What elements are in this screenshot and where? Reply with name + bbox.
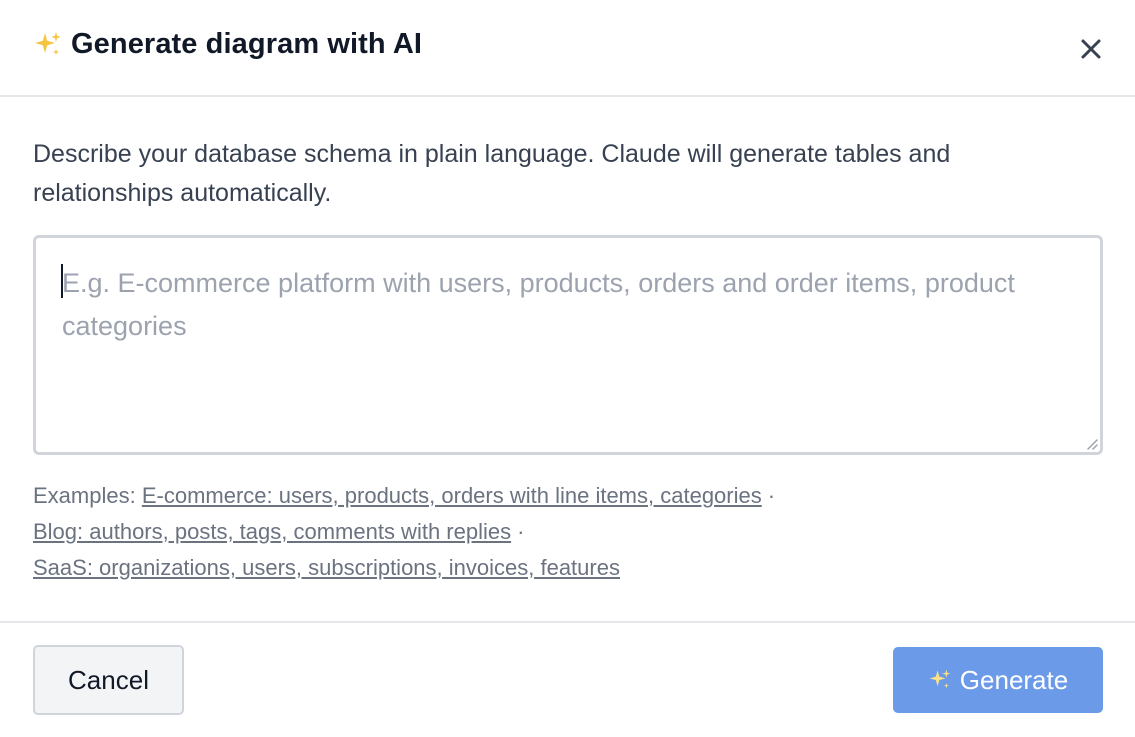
dialog-description: Describe your database schema in plain l… [33,140,951,207]
resize-handle-icon[interactable] [1084,436,1098,450]
dialog-header: Generate diagram with AI [0,0,1135,97]
cancel-button[interactable]: Cancel [33,645,184,715]
example-link-blog[interactable]: Blog: authors, posts, tags, comments wit… [33,519,511,544]
examples-label: Examples: [33,483,136,508]
sparkles-icon [33,30,63,60]
generate-button-label: Generate [959,664,1069,695]
examples-separator: · [767,483,776,508]
dialog-title-text: Generate diagram with AI [71,28,423,60]
close-icon [1081,39,1101,59]
schema-prompt-textarea[interactable] [36,238,1100,452]
cancel-button-label: Cancel [68,664,149,695]
examples-list: Examples: E-commerce: users, products, o… [33,478,1103,586]
example-link-ecommerce[interactable]: E-commerce: users, products, orders with… [142,483,762,508]
generate-diagram-dialog: Generate diagram with AI Describe your d… [0,0,1135,737]
generate-button[interactable]: Generate [893,647,1103,713]
example-link-saas[interactable]: SaaS: organizations, users, subscription… [33,555,620,580]
text-caret [61,264,63,298]
close-button[interactable] [1072,30,1110,68]
dialog-title: Generate diagram with AI [33,28,422,61]
prompt-field[interactable] [33,235,1103,455]
sparkles-icon [928,668,952,692]
examples-separator: · [517,519,525,544]
